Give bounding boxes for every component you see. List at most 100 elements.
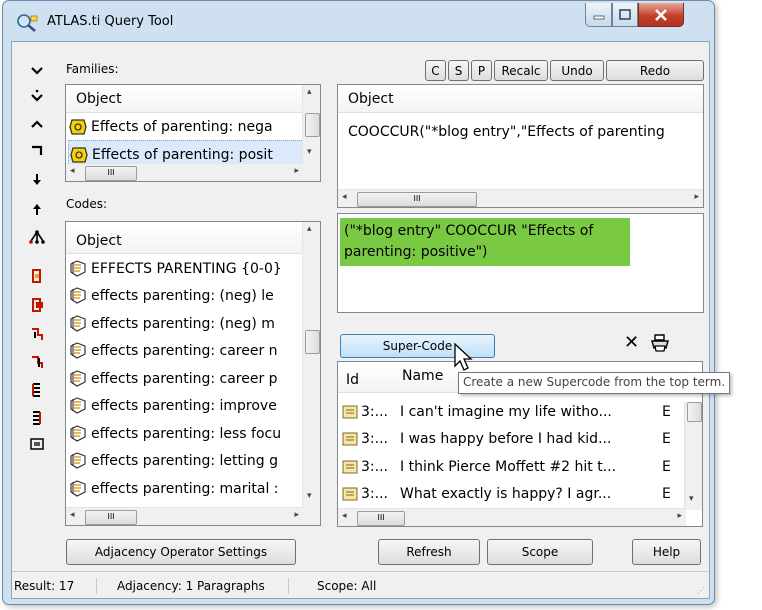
minimize-icon — [593, 15, 604, 19]
result-row[interactable]: 3:... I was happy before I had kid... E — [342, 426, 686, 453]
query-expression-panel[interactable]: Object COOCCUR("*blog entry","Effects of… — [337, 84, 704, 208]
result-name: I think Pierce Moffett #2 hit t... — [400, 458, 617, 475]
refresh-button[interactable]: Refresh — [378, 539, 480, 565]
not-operator-icon[interactable] — [30, 143, 44, 157]
scroll-down-icon[interactable]: ▾ — [307, 148, 312, 157]
result-row[interactable]: 3:... I can't imagine my life witho... E — [342, 398, 686, 425]
code-item[interactable]: effects parenting: (neg) m — [68, 310, 304, 337]
result-name: I was happy before I had kid... — [400, 431, 612, 447]
code-item[interactable]: effects parenting: marital : — [68, 475, 304, 502]
scroll-left-icon[interactable]: ◂ — [70, 167, 75, 176]
code-icon — [70, 424, 86, 442]
name-column-header[interactable]: Name — [402, 368, 443, 384]
code-item[interactable]: effects parenting: improve — [68, 393, 304, 420]
codes-list[interactable]: Object EFFECTS PARENTING {0-0} effects pa… — [65, 221, 321, 526]
code-item-label: effects parenting: (neg) le — [91, 288, 274, 304]
scroll-left-icon[interactable]: ◂ — [342, 512, 347, 521]
scroll-thumb[interactable]: III — [85, 166, 137, 181]
result-extra: E — [662, 403, 671, 420]
maximize-button[interactable] — [612, 3, 638, 27]
c-button[interactable]: C — [425, 60, 446, 81]
results-vscroll[interactable]: ▾ — [684, 402, 702, 510]
result-row[interactable]: 3:... I think Pierce Moffett #2 hit t... E — [342, 453, 686, 480]
result-extra: E — [662, 431, 671, 447]
precedes-icon[interactable] — [30, 411, 44, 425]
scroll-thumb[interactable]: III — [357, 511, 405, 526]
undo-button[interactable]: Undo — [550, 60, 604, 81]
window-title: ATLAS.ti Query Tool — [47, 14, 174, 29]
delete-icon[interactable]: ✕ — [624, 334, 639, 352]
families-column-header[interactable]: Object — [66, 85, 304, 113]
scroll-right-icon[interactable]: ▸ — [294, 167, 299, 176]
s-button[interactable]: S — [448, 60, 469, 81]
scroll-thumb[interactable]: III — [85, 510, 137, 525]
families-hscroll[interactable]: ◂ III ▸ — [66, 163, 303, 181]
within-icon[interactable] — [30, 269, 44, 283]
families-list[interactable]: Object Effects of parenting: nega Effect… — [65, 84, 321, 182]
tree-icon[interactable] — [28, 230, 46, 244]
chevron-up-icon[interactable] — [30, 117, 44, 131]
status-divider — [288, 578, 289, 594]
scroll-up-icon[interactable]: ▴ — [307, 88, 312, 97]
overlaps-icon[interactable] — [30, 327, 44, 341]
id-column-header[interactable]: Id — [346, 372, 359, 388]
chevron-down-dot-icon[interactable] — [30, 89, 44, 103]
scroll-up-icon[interactable]: ▴ — [307, 225, 312, 234]
print-icon[interactable] — [650, 334, 670, 352]
follows-icon[interactable] — [30, 383, 44, 397]
code-item[interactable]: effects parenting: career p — [68, 365, 304, 392]
code-icon — [70, 369, 86, 387]
p-button[interactable]: P — [471, 60, 492, 81]
expression-hscroll[interactable]: ◂ III ▸ — [338, 189, 703, 207]
close-button[interactable] — [638, 3, 684, 27]
minimize-button[interactable] — [585, 3, 612, 27]
arrow-up-icon[interactable] — [30, 202, 44, 216]
scroll-left-icon[interactable]: ◂ — [70, 511, 75, 520]
arrow-down-icon[interactable] — [30, 173, 44, 187]
mouse-cursor-icon — [454, 342, 473, 371]
scroll-down-icon[interactable]: ▾ — [689, 495, 694, 504]
scroll-right-icon[interactable]: ▸ — [294, 511, 299, 520]
code-item-label: effects parenting: improve — [91, 398, 277, 414]
client-area: Families: Object Effects of parenting: n… — [11, 41, 731, 599]
code-item[interactable]: effects parenting: less focu — [68, 420, 304, 447]
top-term[interactable]: ("*blog entry" COOCCUR "Effects of paren… — [340, 218, 630, 266]
families-vscroll[interactable]: ▴ ▾ — [302, 85, 320, 164]
scroll-right-icon[interactable]: ▸ — [677, 512, 682, 521]
codes-column-header[interactable]: Object — [66, 224, 304, 254]
status-divider — [96, 578, 97, 594]
code-item[interactable]: effects parenting: career n — [68, 338, 304, 365]
scroll-right-icon[interactable]: ▸ — [694, 193, 699, 202]
encloses-icon[interactable] — [30, 298, 44, 312]
family-item[interactable]: Effects of parenting: nega — [68, 113, 304, 140]
chevron-down-icon[interactable] — [30, 64, 44, 78]
overlapped-by-icon[interactable] — [30, 355, 44, 369]
expression-column-header[interactable]: Object — [338, 85, 703, 113]
cooccur-icon[interactable] — [30, 437, 44, 451]
scroll-thumb[interactable] — [687, 402, 702, 422]
code-item[interactable]: effects parenting: (neg) le — [68, 283, 304, 310]
scroll-thumb[interactable] — [305, 330, 320, 354]
status-adjacency: Adjacency: 1 Paragraphs — [117, 579, 265, 593]
codes-vscroll[interactable]: ▴ ▾ — [302, 222, 320, 508]
result-row[interactable]: 3:... What exactly is happy? I agr... E — [342, 481, 686, 508]
scroll-down-icon[interactable]: ▾ — [307, 492, 312, 501]
redo-button[interactable]: Redo — [606, 60, 704, 81]
scroll-left-icon[interactable]: ◂ — [342, 193, 347, 202]
scroll-thumb[interactable] — [305, 113, 320, 137]
result-extra: E — [662, 458, 671, 475]
scroll-thumb[interactable]: III — [357, 192, 477, 207]
recalc-button[interactable]: Recalc — [494, 60, 548, 81]
results-hscroll[interactable]: ◂ III ▸ — [338, 508, 686, 526]
code-item[interactable]: effects parenting: letting g — [68, 448, 304, 475]
result-id: 3:... — [361, 431, 388, 447]
adjacency-settings-button[interactable]: Adjacency Operator Settings — [66, 539, 296, 565]
expression-text[interactable]: COOCCUR("*blog entry","Effects of parent… — [348, 118, 703, 145]
term-stack-panel[interactable]: ("*blog entry" COOCCUR "Effects of paren… — [337, 213, 704, 313]
resize-grip-icon[interactable]: ⋰ — [697, 586, 705, 595]
scope-button[interactable]: Scope — [487, 539, 593, 565]
code-item[interactable]: EFFECTS PARENTING {0-0} — [68, 255, 304, 282]
codes-hscroll[interactable]: ◂ III ▸ — [66, 507, 303, 525]
quotation-icon — [342, 460, 358, 473]
help-button[interactable]: Help — [632, 539, 701, 565]
